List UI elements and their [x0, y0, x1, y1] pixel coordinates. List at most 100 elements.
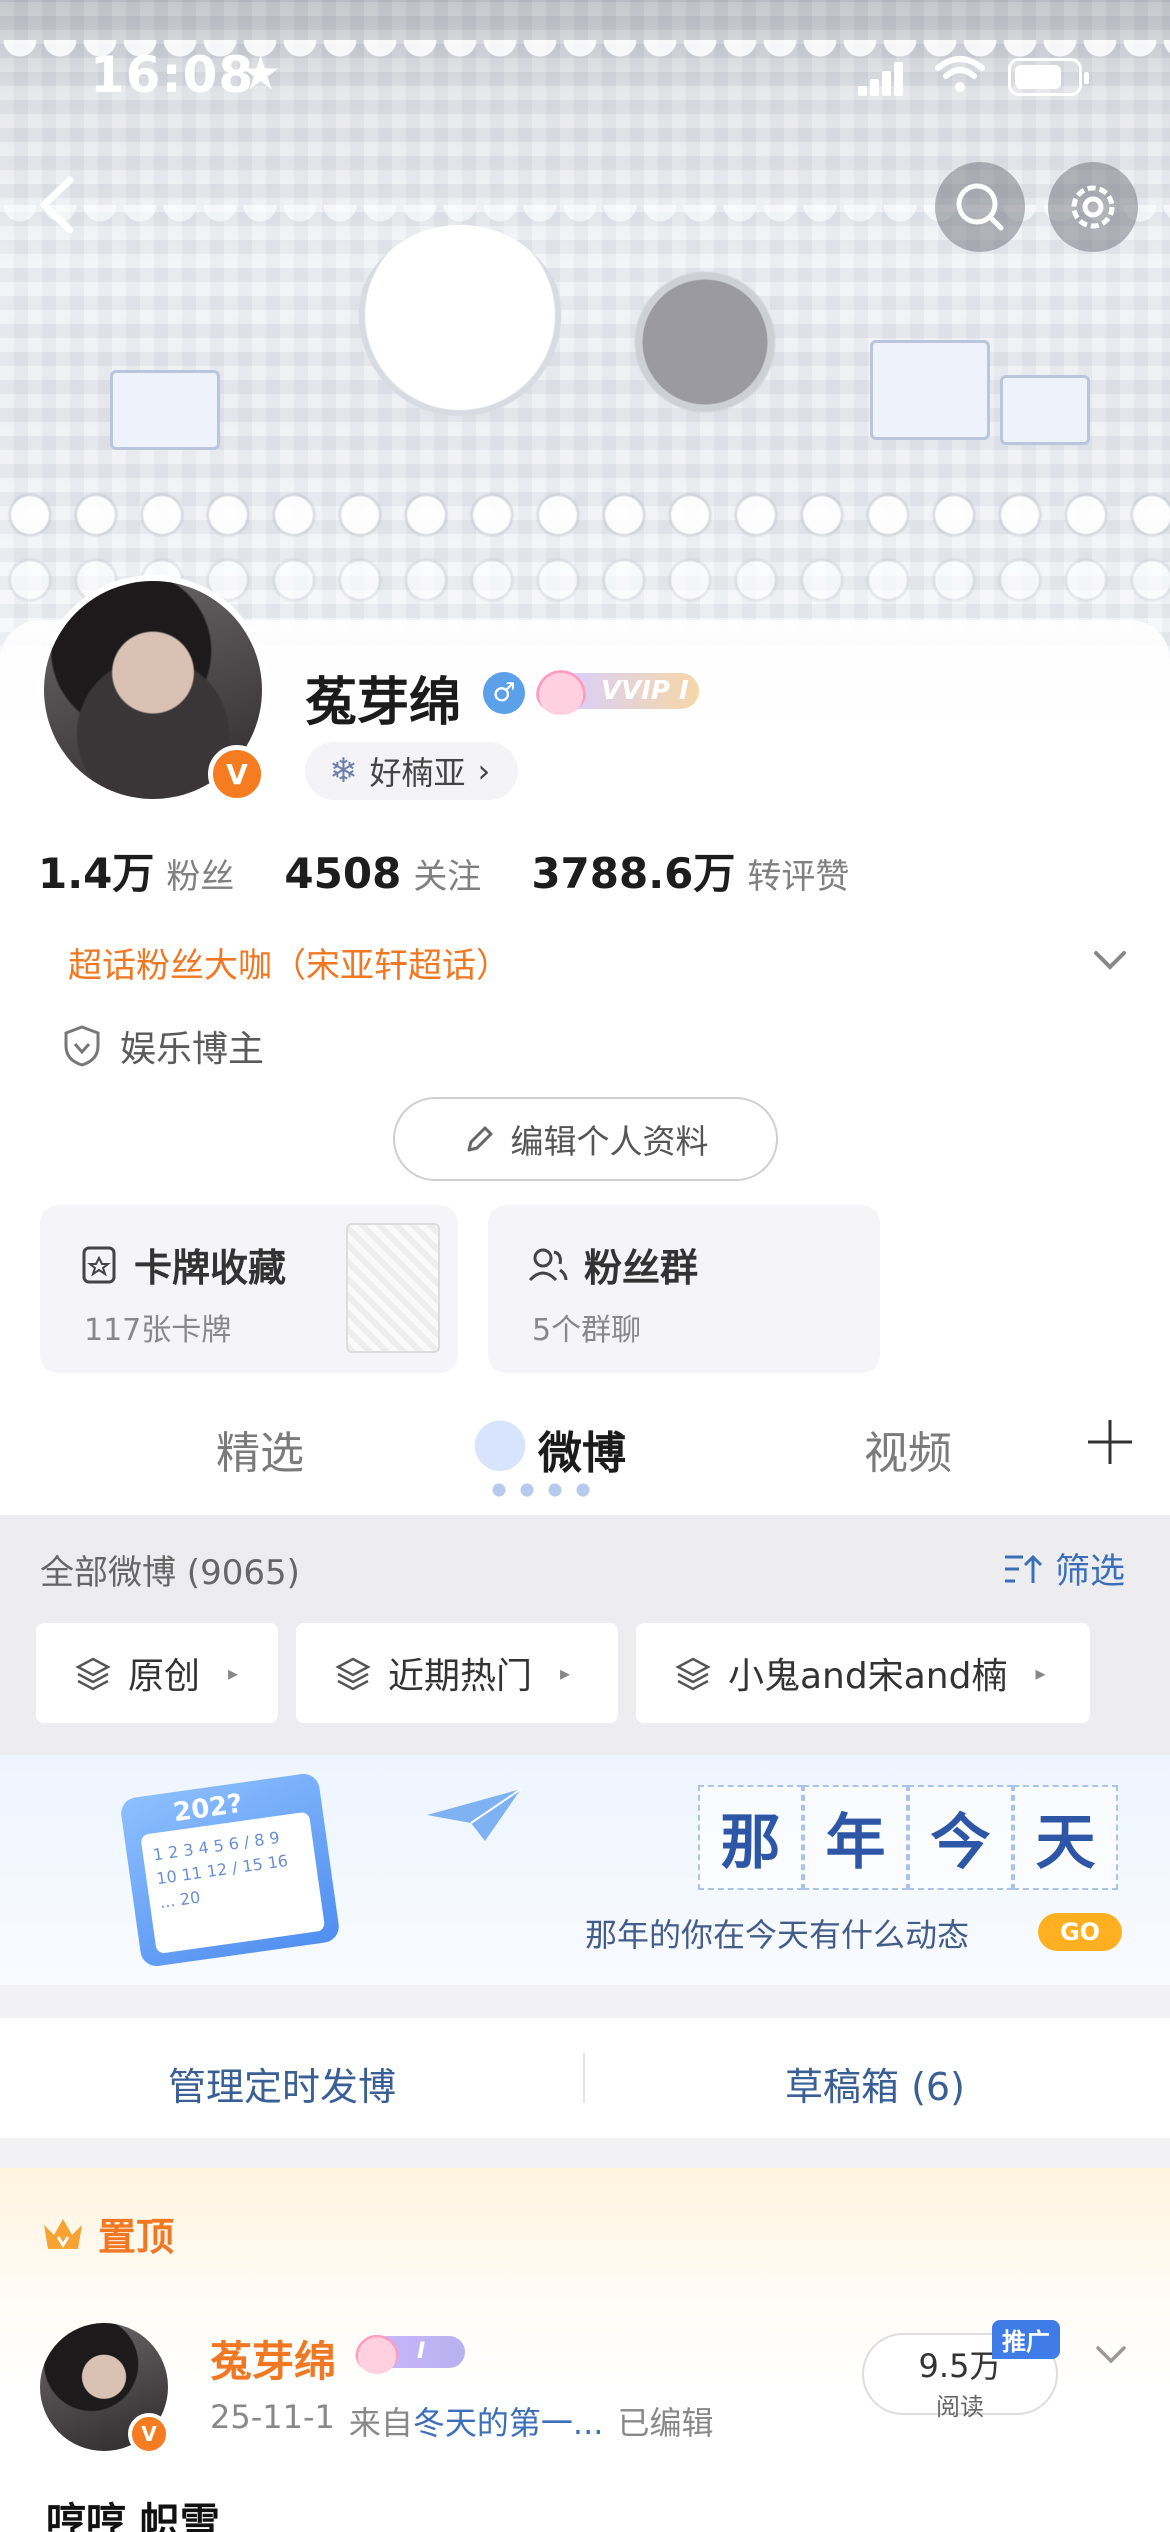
title-char: 天: [1013, 1785, 1118, 1890]
filter-label: 筛选: [1054, 1552, 1125, 1592]
chevron-right-icon: ›: [477, 752, 491, 790]
back-icon[interactable]: [28, 170, 88, 240]
card-thumbnail: [346, 1223, 440, 1353]
gear-icon: [1071, 185, 1115, 229]
post-date: 25-11-1: [210, 2398, 335, 2436]
fan-title[interactable]: 超话粉丝大咖（宋亚轩超话）: [68, 938, 510, 987]
promote-badge[interactable]: 推广: [992, 2320, 1060, 2359]
post-edited: 已编辑: [617, 2404, 714, 2442]
chip-label: 小鬼and宋and楠: [728, 1656, 1008, 1697]
tab-featured[interactable]: 精选: [216, 1417, 304, 1481]
fan-group-card[interactable]: 粉丝群 5个群聊: [488, 1205, 880, 1373]
snowflake-icon: ❄: [329, 751, 358, 791]
edit-profile-label: 编辑个人资料: [510, 1122, 709, 1161]
stat-number: 1.4万: [38, 849, 155, 898]
nickname-chip[interactable]: ❄ 好楠亚 ›: [305, 742, 519, 800]
pencil-icon: [467, 1126, 492, 1152]
tab-weibo[interactable]: 微博: [538, 1417, 626, 1481]
role-text: 娱乐博主: [120, 1029, 265, 1070]
search-icon: [956, 183, 1004, 231]
post-source[interactable]: 冬天的第一...: [413, 2404, 604, 2442]
nickname-label: 好楠亚: [369, 754, 466, 792]
verified-badge: V: [128, 2413, 170, 2455]
clock: 16:08: [90, 46, 255, 104]
calendar-numbers: 1 2 3 4 5 6 / 8 9 10 11 12 / 15 16 ... 2…: [140, 1811, 326, 1954]
profile-name: 菟芽绵: [305, 673, 462, 733]
cover-banner[interactable]: 16:08 ★: [0, 0, 1170, 660]
group-icon: [528, 1248, 568, 1281]
layers-icon: [75, 1657, 111, 1691]
filter-icon: [1004, 1554, 1043, 1583]
stat-number: 4508: [284, 849, 402, 898]
status-bar: 16:08 ★: [0, 0, 1170, 150]
heart-border-decoration: [0, 480, 1170, 550]
pinned-text: 置顶: [98, 2215, 175, 2259]
paper-plane-icon: [427, 1788, 522, 1841]
on-this-day-banner[interactable]: 202? 1 2 3 4 5 6 / 8 9 10 11 12 / 15 16 …: [0, 1755, 1170, 1985]
post-text[interactable]: 哼哼 帜雪: [46, 2490, 220, 2532]
chip-label: 原创: [128, 1656, 201, 1697]
profile-stats: 1.4万 粉丝 4508 关注 3788.6万 转评赞: [38, 840, 1138, 901]
gift-box-illustration: [870, 340, 990, 440]
add-tab-icon[interactable]: [1085, 1417, 1135, 1467]
chip-trending[interactable]: 近期热门 ▸: [296, 1623, 618, 1723]
title-char: 年: [803, 1785, 908, 1890]
stat-followers[interactable]: 1.4万 粉丝: [38, 840, 234, 901]
fan-group-title: 粉丝群: [584, 1246, 699, 1290]
pig-mascot-icon: [355, 2330, 399, 2374]
title-char: 那: [698, 1785, 803, 1890]
pinned-post[interactable]: 置顶 V 菟芽绵 I 25-11-1 来自冬天的第一... 已编辑 9.5万 阅…: [0, 2168, 1170, 2532]
cellular-signal-icon: [858, 60, 904, 96]
vvip-badge[interactable]: VVIP I: [535, 665, 700, 715]
chip-original[interactable]: 原创 ▸: [36, 1623, 278, 1723]
chevron-down-icon[interactable]: [1092, 2340, 1130, 2368]
verified-badge: V: [208, 745, 266, 803]
read-label: 阅读: [936, 2393, 984, 2421]
tab-video[interactable]: 视频: [864, 1417, 952, 1481]
calendar-illustration: 202? 1 2 3 4 5 6 / 8 9 10 11 12 / 15 16 …: [119, 1771, 341, 1969]
stat-interactions[interactable]: 3788.6万 转评赞: [531, 840, 849, 901]
vip-badge: I: [355, 2330, 467, 2374]
layers-icon: [675, 1657, 711, 1691]
layers-icon: [335, 1657, 371, 1691]
stat-following[interactable]: 4508 关注: [284, 849, 481, 898]
chevron-down-icon[interactable]: [1090, 945, 1130, 975]
fan-group-count: 5个群聊: [532, 1313, 642, 1348]
caret-right-icon: ▸: [560, 1661, 571, 1685]
on-this-day-title: 那 年 今 天: [698, 1785, 1118, 1890]
card-collection[interactable]: 卡牌收藏 117张卡牌: [40, 1205, 458, 1373]
crown-icon: [44, 2218, 82, 2249]
filter-button[interactable]: 筛选: [1001, 1543, 1125, 1594]
chip-label: 近期热门: [388, 1656, 533, 1697]
card-collection-count: 117张卡牌: [84, 1313, 232, 1348]
stat-number: 3788.6万: [531, 849, 736, 898]
white-bear-illustration: [355, 225, 565, 425]
scheduled-posts-button[interactable]: 管理定时发博: [168, 2056, 396, 2111]
chip-custom-group[interactable]: 小鬼and宋and楠 ▸: [636, 1623, 1090, 1723]
pig-mascot-icon: [535, 665, 587, 715]
battery-icon: [1008, 58, 1089, 96]
all-weibo-count: 全部微博 (9065): [40, 1553, 300, 1593]
shield-icon: [64, 1025, 100, 1067]
drafts-button[interactable]: 草稿箱 (6): [785, 2056, 965, 2111]
feed-filter-section: 全部微博 (9065) 筛选 原创 ▸ 近期热门 ▸ 小鬼and宋and楠 ▸: [0, 1515, 1170, 1755]
caret-right-icon: ▸: [228, 1661, 239, 1685]
active-tab-indicator: [492, 1483, 602, 1497]
stat-label: 转评赞: [747, 857, 850, 897]
post-source-prefix: 来自: [348, 2404, 413, 2442]
caret-right-icon: ▸: [1035, 1661, 1046, 1685]
on-this-day-subtitle: 那年的你在今天有什么动态: [585, 1916, 970, 1954]
star-icon: ★: [240, 46, 282, 100]
manage-posts-row: 管理定时发博 草稿箱 (6): [0, 2018, 1170, 2138]
search-button[interactable]: [935, 162, 1025, 252]
go-button[interactable]: GO: [1038, 1913, 1122, 1951]
gray-bear-illustration: [625, 270, 785, 430]
post-author-name[interactable]: 菟芽绵: [210, 2328, 336, 2389]
male-icon: ♂: [483, 672, 525, 714]
role-label: 娱乐博主: [62, 1020, 264, 1072]
gift-box-illustration: [1000, 375, 1090, 445]
gift-box-illustration: [110, 370, 220, 450]
stat-label: 关注: [413, 857, 482, 897]
edit-profile-button[interactable]: 编辑个人资料: [393, 1097, 778, 1181]
settings-button[interactable]: [1048, 162, 1138, 252]
